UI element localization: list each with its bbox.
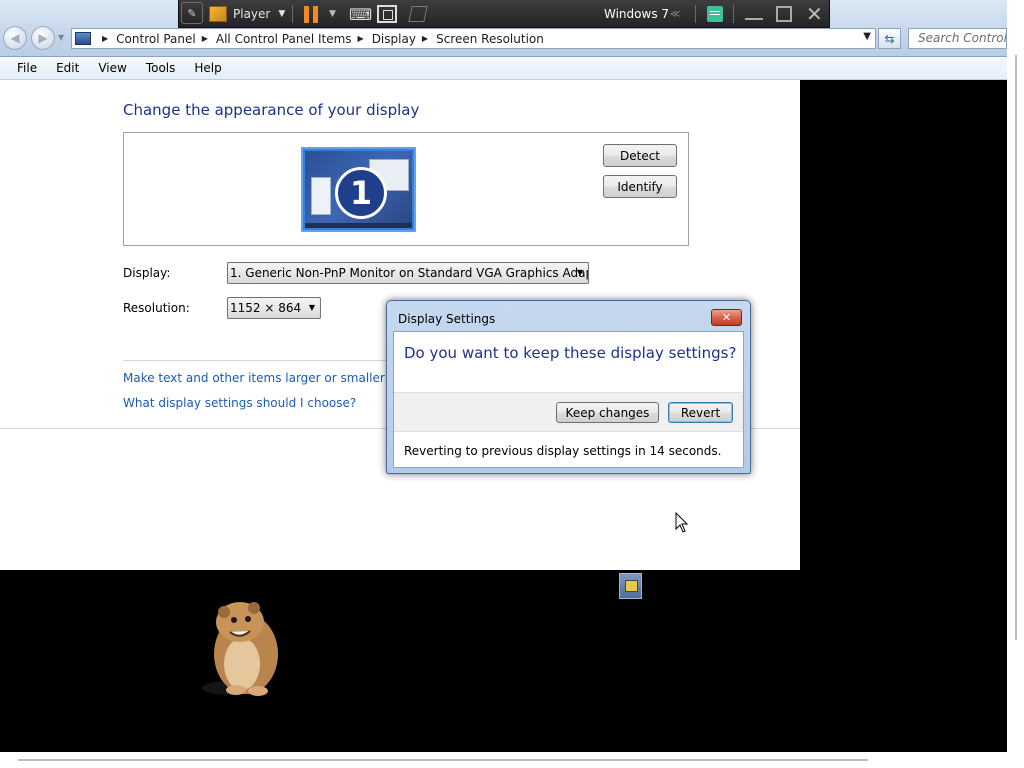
revert-countdown-text: Reverting to previous display settings i…: [404, 444, 722, 458]
toolbar-divider: [695, 5, 696, 23]
menu-bar: File Edit View Tools Help: [0, 57, 1007, 80]
pause-icon: [304, 5, 318, 23]
display-select-value: 1. Generic Non-PnP Monitor on Standard V…: [230, 266, 589, 280]
unity-button[interactable]: [408, 0, 428, 28]
breadcrumb-arrow-icon[interactable]: ▶: [102, 34, 108, 43]
close-button[interactable]: ✕: [806, 0, 823, 28]
menu-edit[interactable]: Edit: [53, 61, 82, 75]
player-toolbar: ✎ Player ▼ ▼ ⌨ Windows 7 ≪ ✕: [178, 0, 830, 28]
arrow-right-icon: ▶: [38, 31, 48, 45]
minimize-icon: [745, 18, 763, 20]
note-icon: [707, 6, 723, 22]
detect-button[interactable]: Detect: [603, 144, 677, 167]
restore-icon: [776, 6, 792, 22]
dialog-body: Do you want to keep these display settin…: [393, 331, 744, 468]
hamster-mascot-icon: [202, 602, 278, 696]
menu-view[interactable]: View: [95, 61, 129, 75]
display-select[interactable]: 1. Generic Non-PnP Monitor on Standard V…: [227, 262, 589, 284]
chevron-down-icon: ▼: [278, 9, 286, 19]
preview-window-icon: [311, 177, 331, 215]
collapse-toolbar-icon[interactable]: ≪: [670, 0, 680, 28]
breadcrumb-arrow-icon[interactable]: ▶: [358, 34, 364, 43]
vertical-scrollbar[interactable]: [1007, 0, 1024, 768]
display-help-link[interactable]: What display settings should I choose?: [123, 396, 356, 410]
revert-button[interactable]: Revert: [668, 402, 733, 423]
refresh-button[interactable]: ⇆: [878, 28, 901, 49]
text-size-link[interactable]: Make text and other items larger or smal…: [123, 371, 385, 385]
monitor-number-badge: 1: [335, 167, 387, 219]
breadcrumb-arrow-icon[interactable]: ▶: [202, 34, 208, 43]
monitor-screen: 1: [305, 151, 412, 228]
recent-pages-button[interactable]: ▼: [58, 33, 64, 42]
close-icon: ✕: [721, 311, 732, 324]
resolution-label: Resolution:: [123, 301, 190, 315]
desktop-shortcut-icon[interactable]: [619, 573, 642, 599]
dialog-title: Display Settings: [398, 312, 496, 326]
resolution-select[interactable]: 1152 × 864 ▼: [227, 297, 321, 319]
breadcrumb-control-panel[interactable]: Control Panel: [116, 32, 196, 46]
chevron-down-icon: ▼: [576, 268, 583, 277]
toolbar-divider: [292, 5, 293, 23]
player-logo: [209, 0, 227, 28]
scrollbar-thumb[interactable]: [1015, 55, 1017, 640]
message-log-button[interactable]: [707, 0, 723, 28]
full-screen-button[interactable]: [377, 0, 397, 28]
chevron-down-icon: ▼: [308, 303, 315, 312]
pin-toolbar-button[interactable]: ✎: [181, 2, 203, 24]
breadcrumb-all-items[interactable]: All Control Panel Items: [216, 32, 352, 46]
resolution-select-value: 1152 × 864: [230, 301, 302, 315]
monitor-thumbnail[interactable]: 1: [301, 147, 416, 232]
menu-file[interactable]: File: [14, 61, 40, 75]
menu-help[interactable]: Help: [191, 61, 224, 75]
restore-button[interactable]: [776, 0, 792, 28]
forward-button[interactable]: ▶: [31, 26, 55, 50]
minimize-button[interactable]: [745, 0, 763, 28]
menu-tools[interactable]: Tools: [143, 61, 179, 75]
unity-icon: [408, 6, 428, 22]
breadcrumb-screen-resolution[interactable]: Screen Resolution: [436, 32, 544, 46]
display-settings-dialog: Display Settings ✕ Do you want to keep t…: [386, 300, 751, 474]
player-logo-icon: [209, 6, 227, 22]
search-input[interactable]: Search Control Pa: [908, 28, 1007, 49]
identify-button[interactable]: Identify: [603, 175, 677, 198]
display-label: Display:: [123, 266, 171, 280]
fullscreen-icon: [377, 5, 397, 23]
dialog-button-bar: Keep changes Revert: [394, 392, 743, 432]
player-menu-label: Player: [233, 7, 271, 21]
pause-button[interactable]: [304, 0, 318, 28]
dialog-close-button[interactable]: ✕: [711, 309, 742, 326]
monitor-preview-panel: 1 Detect Identify: [123, 132, 689, 246]
preview-taskbar: [305, 223, 412, 228]
back-button[interactable]: ◀: [3, 26, 27, 50]
address-bar[interactable]: ▶ Control Panel ▶ All Control Panel Item…: [71, 28, 876, 49]
mouse-cursor-icon: [675, 512, 689, 533]
control-panel-icon: [75, 32, 91, 45]
toolbar-divider: [733, 5, 734, 23]
refresh-icon: ⇆: [884, 31, 895, 46]
vm-name: Windows 7: [604, 7, 670, 21]
pin-icon: ✎: [187, 6, 197, 20]
keep-changes-button[interactable]: Keep changes: [556, 402, 659, 423]
breadcrumb-arrow-icon[interactable]: ▶: [422, 34, 428, 43]
dialog-question: Do you want to keep these display settin…: [404, 344, 737, 362]
close-icon: ✕: [806, 2, 823, 26]
divider: [123, 360, 388, 361]
send-ctrl-alt-del-button[interactable]: ⌨: [349, 0, 372, 28]
page-title: Change the appearance of your display: [123, 101, 420, 119]
power-options-button[interactable]: ▼: [329, 0, 336, 28]
player-menu-button[interactable]: Player ▼: [233, 0, 285, 28]
horizontal-scrollbar[interactable]: [0, 752, 1024, 768]
breadcrumb-display[interactable]: Display: [372, 32, 416, 46]
computer-keys-icon: ⌨: [349, 4, 373, 24]
arrow-left-icon: ◀: [10, 31, 20, 45]
scrollbar-thumb[interactable]: [18, 759, 868, 761]
address-dropdown-icon[interactable]: ▼: [863, 31, 871, 42]
